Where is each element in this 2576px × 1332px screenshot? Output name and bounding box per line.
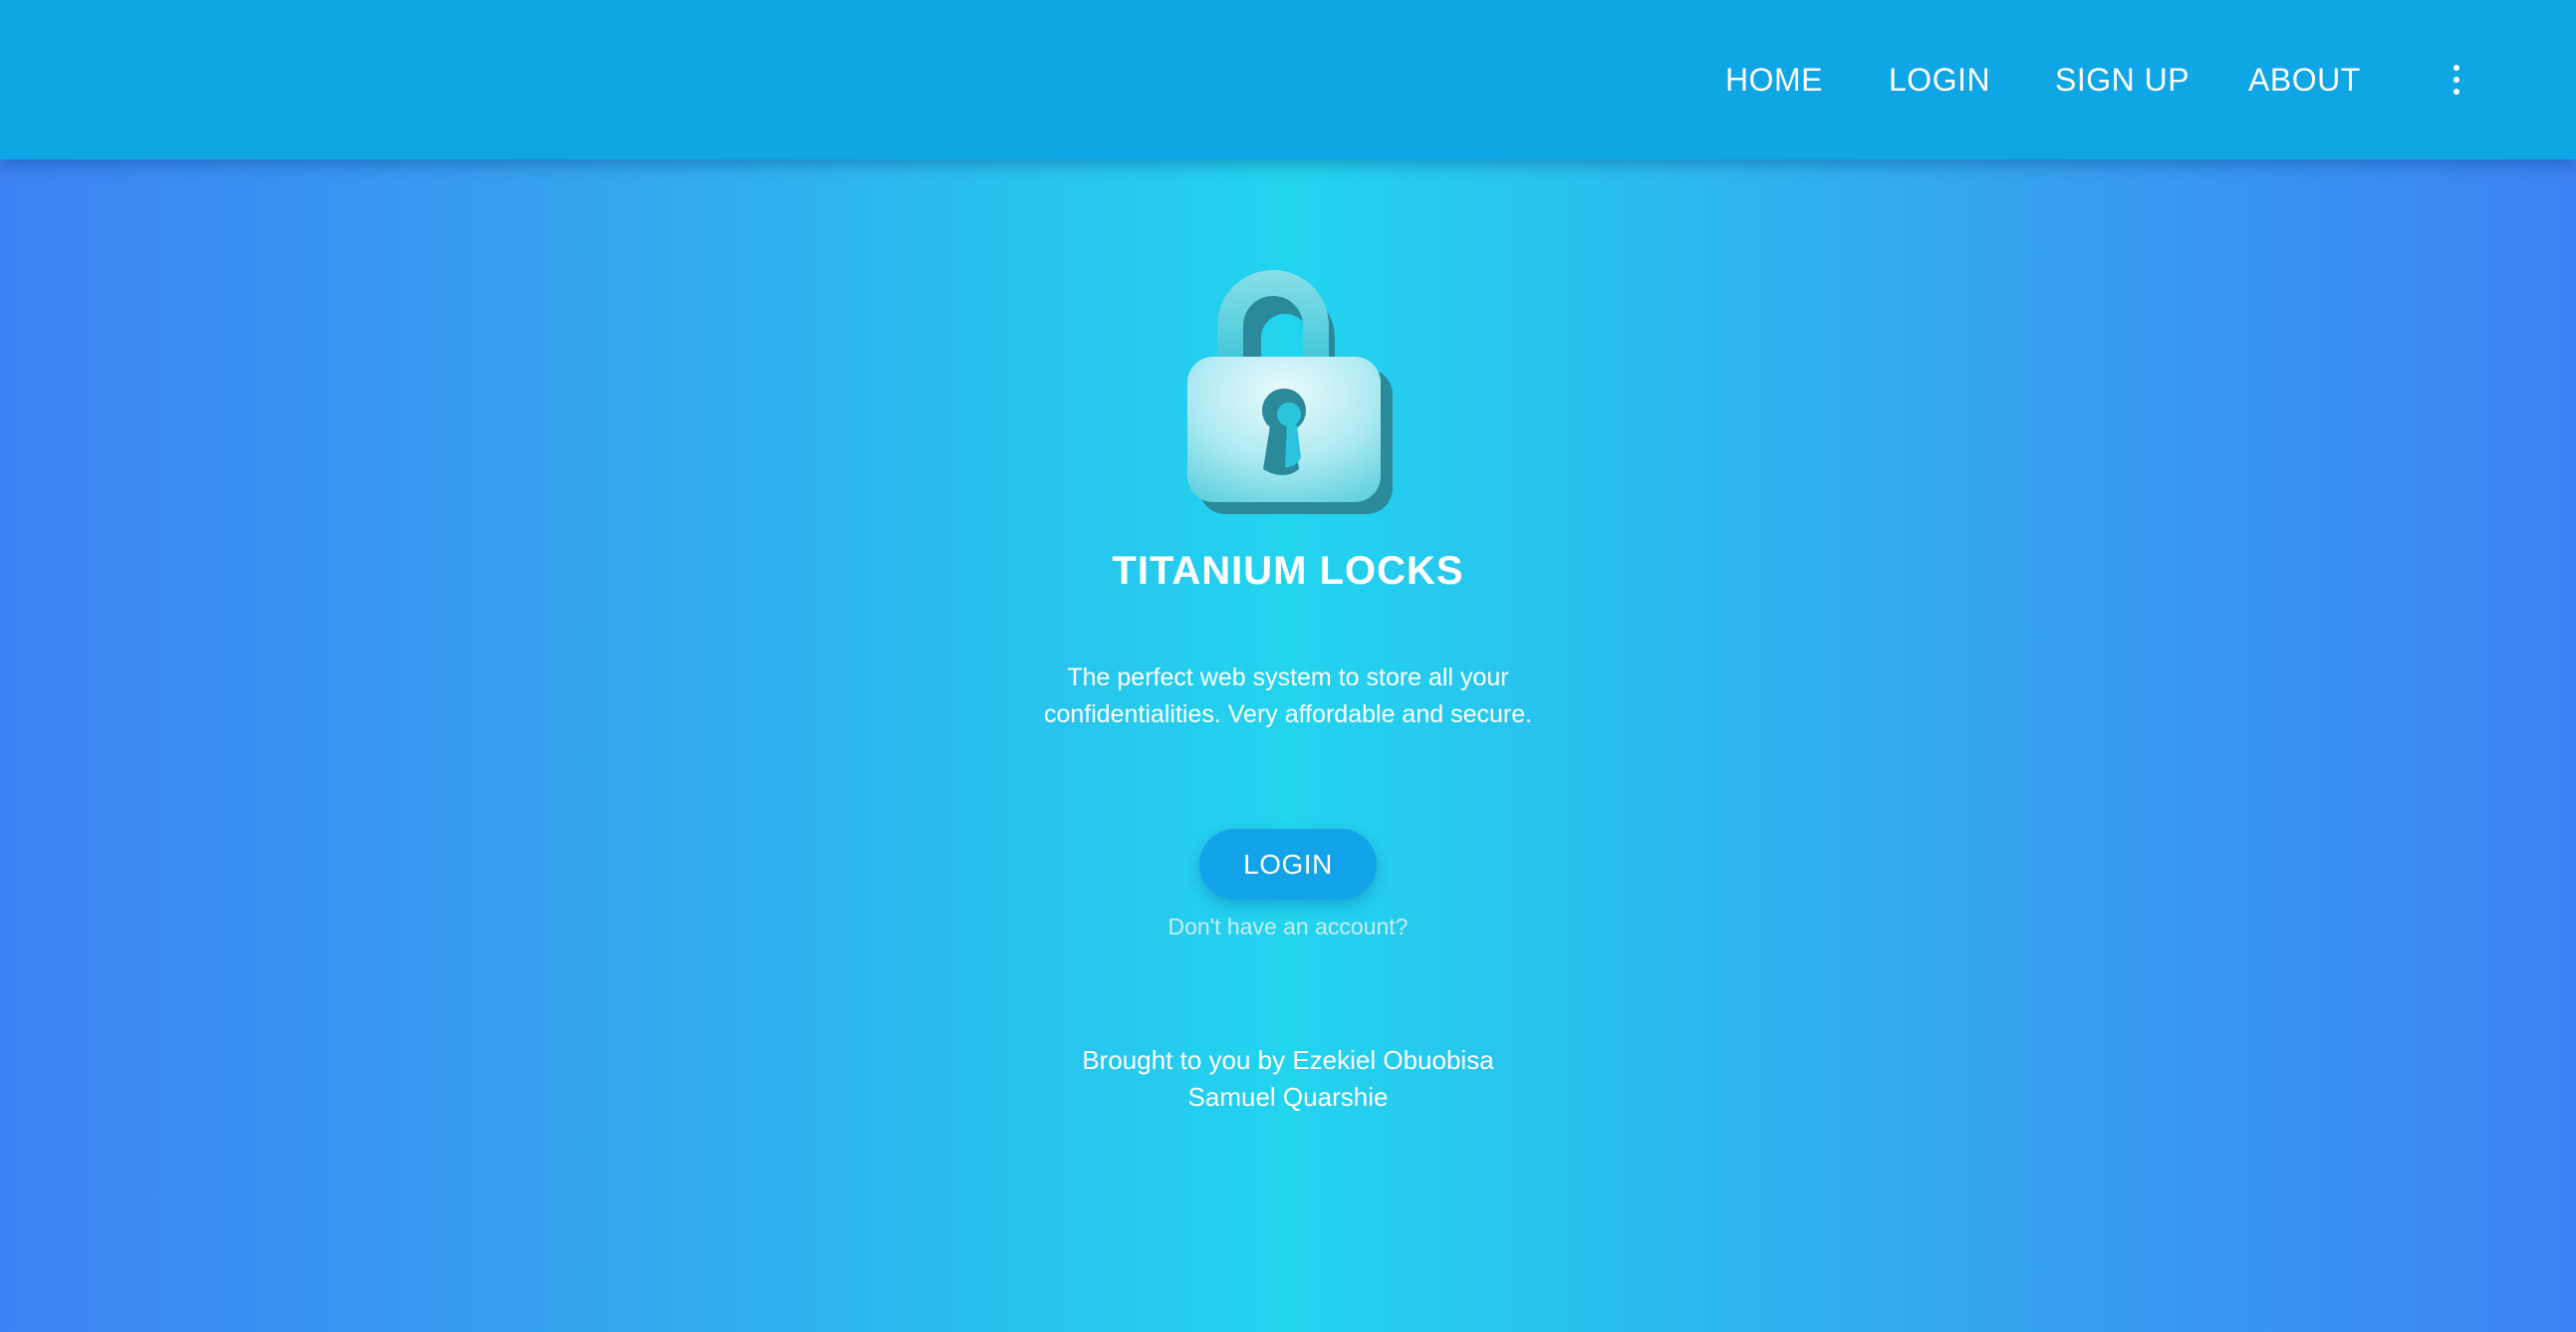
nav-about-link[interactable]: ABOUT <box>2248 56 2361 104</box>
login-button[interactable]: LOGIN <box>1199 829 1377 900</box>
nav-home-link[interactable]: HOME <box>1725 56 1823 104</box>
nav-signup-link[interactable]: SIGN UP <box>2055 56 2190 104</box>
signup-prompt-link[interactable]: Don't have an account? <box>0 909 2576 944</box>
tagline: The perfect web system to store all your… <box>989 660 1587 733</box>
more-vertical-icon[interactable] <box>2441 60 2472 100</box>
credits: Brought to you by Ezekiel Obuobisa Samue… <box>0 1042 2576 1116</box>
padlock-icon <box>1187 270 1393 514</box>
tagline-line-1: The perfect web system to store all your <box>1067 664 1509 691</box>
page-title: TITANIUM LOCKS <box>1112 549 1464 593</box>
credits-line-1: Brought to you by Ezekiel Obuobisa <box>1082 1045 1494 1075</box>
credits-line-2: Samuel Quarshie <box>1187 1082 1389 1112</box>
tagline-line-2: confidentialities. Very affordable and s… <box>1043 700 1533 728</box>
top-navbar: HOME LOGIN SIGN UP ABOUT <box>0 0 2576 159</box>
nav-login-link[interactable]: LOGIN <box>1889 56 1990 104</box>
